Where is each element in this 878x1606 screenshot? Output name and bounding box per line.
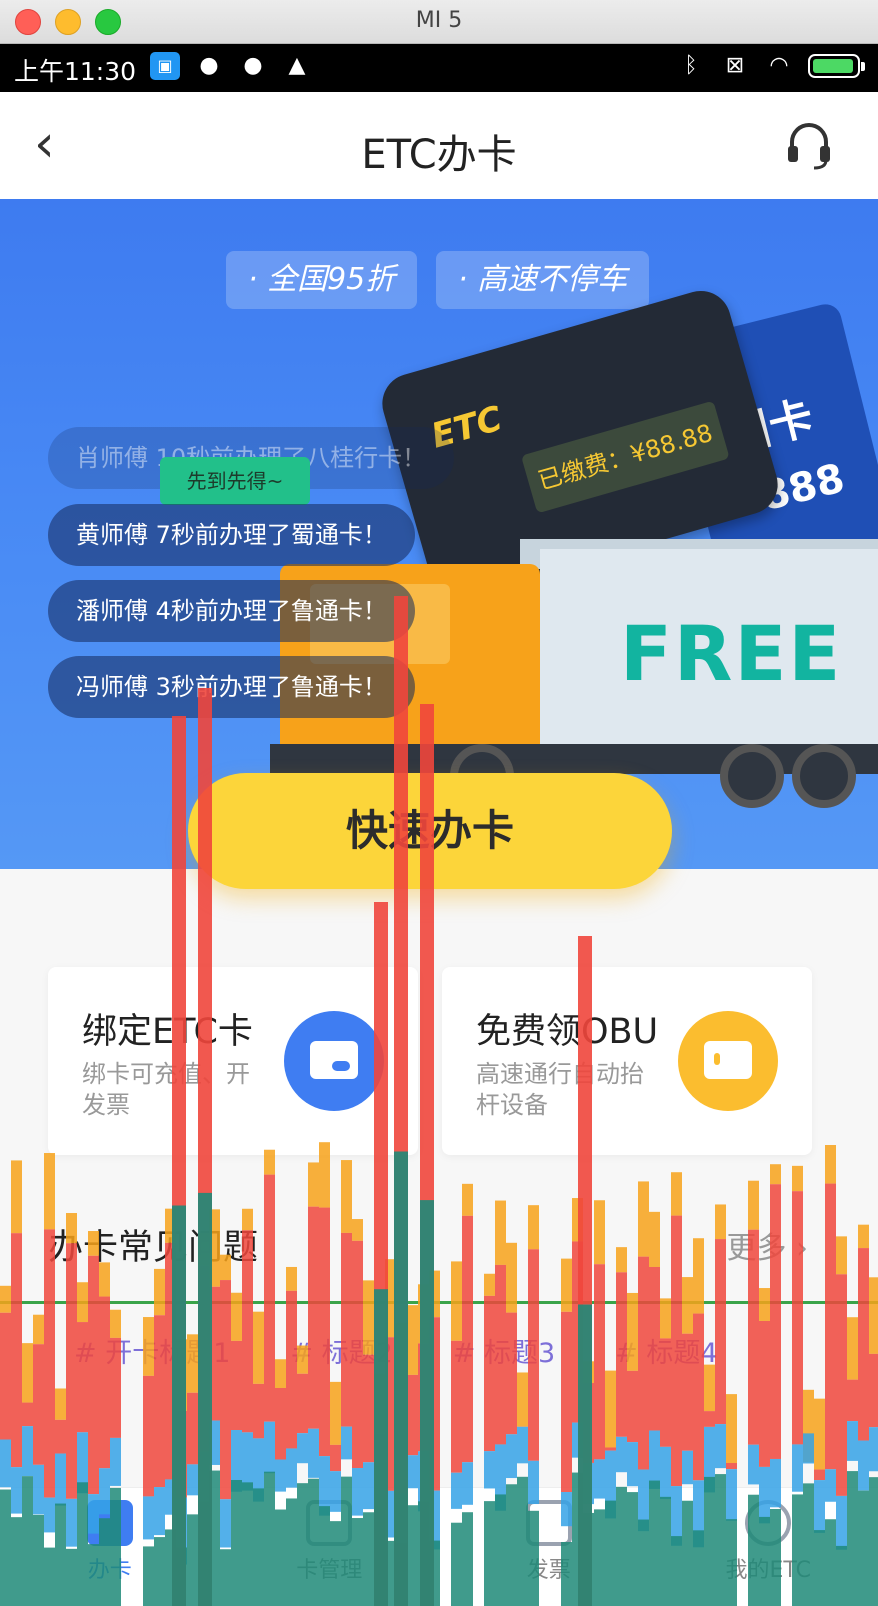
faq-more-label: 更多	[726, 1231, 787, 1266]
ticker-item: 冯师傅 3秒前办理了鲁通卡！	[48, 656, 415, 718]
banner-tag: · 高速不停车	[436, 251, 650, 309]
faq-tag[interactable]: # 标题2	[290, 1331, 392, 1370]
nav-bar: ‹ ETC办卡	[0, 92, 878, 199]
app-icon: ▣	[150, 52, 180, 80]
warning-icon: ▲	[288, 53, 306, 78]
promo-banner: · 全国95折 · 高速不停车 国卡 888 ETC 已缴费：¥88.88 FR…	[0, 199, 878, 869]
faq-more-link[interactable]: 更多 ›	[726, 1223, 808, 1267]
ticker-item: 潘师傅 4秒前办理了鲁通卡！	[48, 580, 415, 642]
card-icon	[284, 1011, 384, 1111]
bluetooth-icon: ᛒ	[684, 53, 698, 78]
tab-bar: 办卡 卡管理 发票 我的ETC	[0, 1487, 878, 1606]
grid-tab-icon	[306, 1500, 353, 1546]
user-tab-icon	[745, 1500, 792, 1546]
obu-icon	[678, 1011, 778, 1111]
page-title: ETC办卡	[361, 132, 517, 178]
signal-off-icon: ⊠	[725, 53, 745, 78]
truck-chassis	[270, 744, 878, 774]
status-time: 上午11:30	[14, 57, 137, 86]
invoice-tab-icon	[525, 1500, 572, 1546]
truck-wheel	[720, 744, 784, 808]
device-screen: 已缴费：¥88.88	[520, 400, 730, 514]
tab-label: 办卡	[87, 1558, 132, 1583]
tab-my-etc[interactable]: 我的ETC	[659, 1488, 878, 1606]
feature-title: 免费领OBU	[476, 1012, 659, 1052]
tab-card-manage[interactable]: 卡管理	[220, 1488, 440, 1606]
quick-apply-button[interactable]: 快速办卡	[188, 773, 672, 889]
truck-wheel	[792, 744, 856, 808]
chevron-right-icon: ›	[796, 1231, 808, 1266]
battery-icon	[808, 54, 865, 78]
divider	[0, 1301, 878, 1304]
card-tab-icon	[86, 1500, 133, 1546]
faq-tags: # 开卡标题1 # 标题2 # 标题3 # 标题4	[74, 1331, 718, 1370]
feature-subtitle: 高速通行自动抬杆设备	[476, 1060, 644, 1119]
window-title: MI 5	[415, 8, 463, 33]
free-obu[interactable]: 免费领OBU 高速通行自动抬杆设备	[442, 967, 812, 1155]
status-right-icons: ᛒ ⊠ ◠	[676, 52, 865, 80]
tab-label: 卡管理	[296, 1558, 363, 1583]
bind-etc-card[interactable]: 绑定ETC卡 绑卡可充值、开发票	[48, 967, 418, 1155]
faq-tag[interactable]: # 标题4	[615, 1331, 717, 1370]
tab-invoice[interactable]: 发票	[439, 1488, 659, 1606]
faq-title: 办卡常见问题	[48, 1228, 259, 1268]
faq-tag[interactable]: # 标题3	[453, 1331, 555, 1370]
cat-icon: ●	[199, 53, 219, 78]
status-bar: 上午11:30 ▣ ● ● ▲ ᛒ ⊠ ◠	[0, 44, 878, 92]
app-window: MI 5 上午11:30 ▣ ● ● ▲ ᛒ ⊠ ◠ ‹ ETC办卡 · 全国9…	[0, 0, 878, 1606]
cat-icon: ●	[243, 53, 263, 78]
ticker-item: 黄师傅 7秒前办理了蜀通卡！	[48, 504, 415, 566]
window-titlebar: MI 5	[0, 0, 878, 44]
headset-icon[interactable]	[784, 120, 834, 170]
status-left-icons: ▣ ● ● ▲	[150, 52, 312, 80]
tab-apply[interactable]: 办卡	[0, 1488, 220, 1606]
wifi-icon: ◠	[769, 53, 789, 78]
feature-subtitle: 绑卡可充值、开发票	[82, 1060, 250, 1119]
tab-label: 我的ETC	[725, 1558, 811, 1583]
faq-tag[interactable]: # 开卡标题1	[74, 1331, 230, 1370]
truck-free-text: FREE	[620, 609, 843, 698]
feature-title: 绑定ETC卡	[82, 1012, 253, 1052]
promo-toast: 先到先得~	[160, 457, 310, 505]
tab-label: 发票	[526, 1558, 571, 1583]
banner-tag: · 全国95折	[226, 251, 418, 309]
